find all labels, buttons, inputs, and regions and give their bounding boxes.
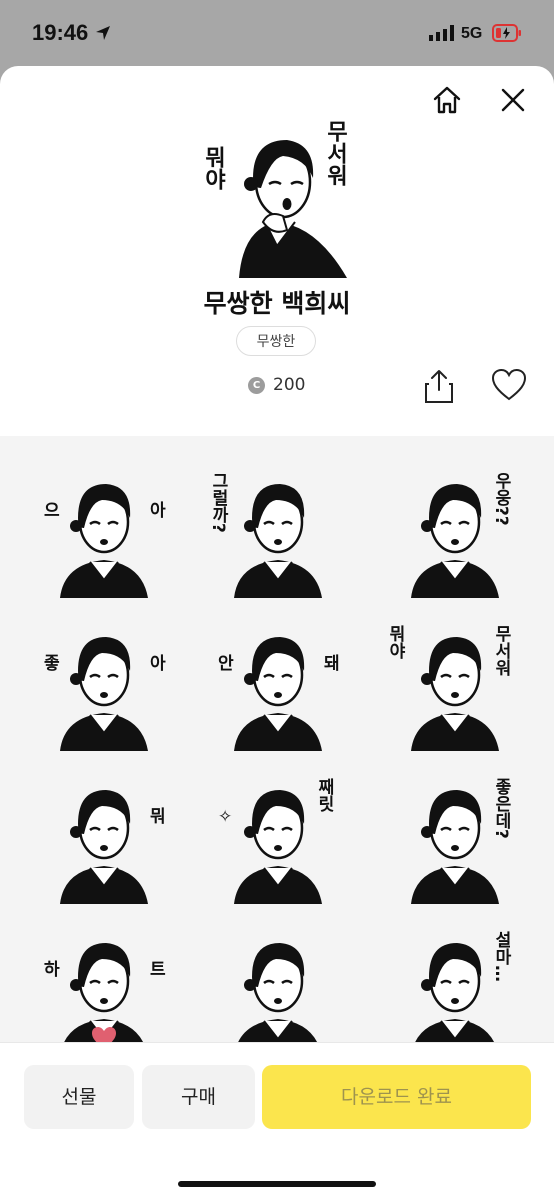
buy-button[interactable]: 구매	[142, 1065, 255, 1129]
sticker-text-right: 설마…	[491, 931, 511, 982]
price-value: 200	[273, 375, 306, 395]
sticker-item[interactable]: ✧ 째릿	[212, 774, 342, 904]
battery-icon	[492, 24, 521, 42]
sticker-item[interactable]: 으아	[38, 468, 168, 598]
sticker-text-right: 아	[150, 501, 166, 521]
home-indicator[interactable]	[178, 1181, 376, 1187]
sticker-text-left: 뭐야	[389, 624, 405, 660]
sticker-item[interactable]	[212, 927, 342, 1042]
sticker-text-right: 우웅??	[491, 472, 511, 526]
sticker-item[interactable]: 하트	[38, 927, 168, 1042]
sticker-tag[interactable]: 무쌍한	[236, 326, 316, 356]
sticker-item[interactable]: 좋은데?	[389, 774, 519, 904]
sticker-item[interactable]: 좋아	[38, 621, 168, 751]
close-icon[interactable]	[497, 84, 529, 116]
status-bar: 19:46 5G	[0, 0, 554, 66]
hero-text-left: 뭐야	[201, 146, 226, 190]
sticker-text-left: 안	[218, 654, 234, 674]
sticker-text-right: 트	[150, 960, 166, 980]
home-icon[interactable]	[431, 84, 463, 116]
sticker-text-right: 아	[150, 654, 166, 674]
sticker-item[interactable]: 우웅??	[389, 468, 519, 598]
sticker-item[interactable]: 설마…	[389, 927, 519, 1042]
sticker-text-left: 그럴까?	[212, 472, 228, 533]
sticker-item[interactable]: 그럴까?	[212, 468, 342, 598]
gift-button[interactable]: 선물	[24, 1065, 134, 1129]
coin-icon: C	[248, 376, 265, 394]
sticker-text-left: 으	[44, 501, 60, 521]
status-time: 19:46	[32, 20, 89, 45]
sticker-text-left: ✧	[218, 807, 232, 827]
action-bar: 선물 구매 다운로드 완료	[0, 1042, 554, 1200]
signal-icon	[429, 25, 454, 41]
sticker-grid: 으 아 그럴까? 우웅?? 좋 아 안 돼 뭐야 무서워 뭐 ✧ 째릿 좋은데? 하 트 설마…	[0, 436, 554, 1042]
download-complete-button[interactable]: 다운로드 완료	[262, 1065, 531, 1129]
sticker-text-right: 돼	[324, 654, 340, 674]
sticker-hero-image: 뭐야 무서워	[201, 120, 348, 278]
sticker-detail-sheet: 뭐야 무서워 무쌍한 백희씨 무쌍한 C 200 으 아 그럴까? 우웅?? 좋 아 안 돼 뭐…	[0, 66, 554, 1200]
sticker-text-left: 좋	[44, 654, 60, 674]
sticker-item[interactable]: 뭐야 무서워	[389, 621, 519, 751]
sticker-title: 무쌍한 백희씨	[203, 289, 351, 318]
location-arrow-icon	[96, 26, 110, 40]
price: C 200	[248, 371, 305, 399]
sticker-item[interactable]: 안돼	[212, 621, 342, 751]
like-heart-icon[interactable]	[491, 368, 527, 402]
sticker-text-right: 째릿	[314, 778, 334, 813]
hero-text-right: 무서워	[323, 120, 348, 186]
sticker-text-right: 무서워	[491, 625, 511, 677]
sticker-text-left: 하	[44, 960, 60, 980]
sticker-item[interactable]: 뭐	[38, 774, 168, 904]
sticker-text-right: 좋은데?	[491, 778, 511, 839]
network-type: 5G	[461, 25, 483, 42]
sticker-text-right: 뭐	[150, 806, 166, 827]
share-icon[interactable]	[423, 368, 455, 404]
